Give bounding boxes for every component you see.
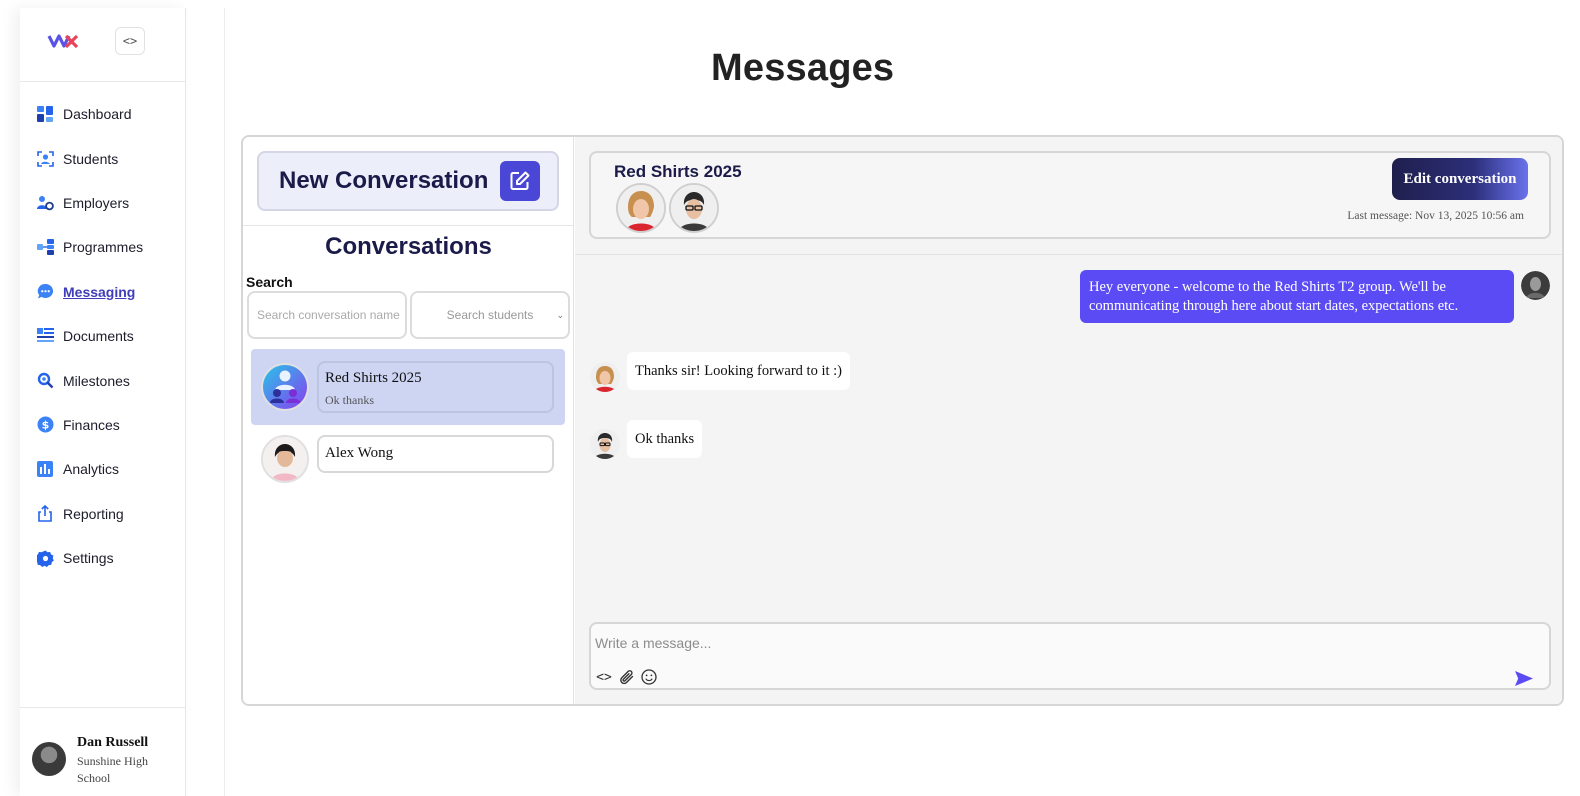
search-conversation-input[interactable]	[247, 291, 407, 339]
conversation-item-red-shirts-2025[interactable]: Red Shirts 2025 Ok thanks	[251, 349, 565, 425]
message-input[interactable]	[595, 630, 1475, 656]
sidebar-item-analytics[interactable]: Analytics	[20, 447, 185, 491]
milestones-icon	[36, 372, 54, 390]
brand-logo-icon[interactable]	[47, 32, 79, 55]
students-icon	[36, 150, 54, 168]
user-school: Sunshine High School	[77, 754, 149, 785]
divider	[575, 254, 1562, 255]
sidebar-item-documents[interactable]: Documents	[20, 314, 185, 358]
conversation-title: Red Shirts 2025	[614, 162, 742, 181]
new-conversation-button[interactable]: New Conversation	[257, 151, 559, 211]
outgoing-message: Hey everyone - welcome to the Red Shirts…	[1080, 270, 1514, 323]
avatar	[590, 362, 620, 392]
sidebar-item-students[interactable]: Students	[20, 136, 185, 180]
sidebar-item-label: Dashboard	[63, 106, 132, 123]
avatar	[590, 429, 620, 459]
emoji-icon[interactable]	[640, 668, 658, 686]
content-divider	[224, 8, 225, 796]
messaging-icon	[36, 283, 54, 301]
finances-icon: $	[36, 416, 54, 434]
edit-conversation-button[interactable]: Edit conversation	[1392, 158, 1528, 200]
search-label: Search	[246, 274, 293, 290]
sidebar-item-label: Students	[63, 150, 119, 167]
conversation-name: Alex Wong	[325, 445, 394, 461]
sidebar-item-label: Milestones	[63, 372, 130, 389]
divider	[243, 225, 573, 226]
analytics-icon	[36, 460, 54, 478]
attachment-icon[interactable]	[618, 668, 636, 686]
sidebar-item-reporting[interactable]: Reporting	[20, 492, 185, 536]
participant-avatar[interactable]	[616, 183, 666, 233]
code-icon[interactable]: <>	[595, 668, 613, 686]
compose-icon	[500, 161, 540, 201]
search-students-select[interactable]: Search students ⌄	[410, 291, 570, 339]
svg-text:$: $	[41, 419, 49, 432]
avatar	[261, 435, 309, 483]
user-profile[interactable]: Dan Russell Sunshine High School	[20, 707, 185, 796]
chevron-down-icon: ⌄	[556, 310, 564, 320]
settings-icon	[36, 549, 54, 567]
sidebar-item-label: Analytics	[63, 461, 120, 478]
sidebar-item-finances[interactable]: $ Finances	[20, 403, 185, 447]
dashboard-icon	[36, 105, 54, 123]
group-avatar-icon	[261, 363, 309, 411]
sidebar-item-dashboard[interactable]: Dashboard	[20, 92, 185, 136]
sidebar-header: <>	[20, 8, 185, 82]
participant-avatar[interactable]	[669, 183, 719, 233]
sidebar-item-label: Employers	[63, 194, 130, 211]
conversation-list-pane: New Conversation Conversations Search Se…	[243, 137, 574, 704]
sidebar-item-milestones[interactable]: Milestones	[20, 358, 185, 402]
sidebar-item-label: Reporting	[63, 505, 124, 522]
sidebar-nav: Dashboard Students Employers Programmes …	[20, 92, 185, 580]
conversations-heading: Conversations	[325, 233, 492, 260]
sidebar-item-label: Documents	[63, 328, 134, 345]
collapse-sidebar-button[interactable]: <>	[115, 27, 145, 55]
message-composer: <>	[589, 622, 1551, 690]
user-name: Dan Russell	[77, 735, 149, 750]
sidebar: <> Dashboard Students Employers Programm…	[20, 8, 186, 796]
employers-icon	[36, 194, 54, 212]
sidebar-item-label: Finances	[63, 416, 120, 433]
sidebar-item-programmes[interactable]: Programmes	[20, 225, 185, 269]
conversation-last-message: Ok thanks	[325, 393, 374, 407]
messages-card: New Conversation Conversations Search Se…	[241, 135, 1564, 706]
conversation-item-box: Red Shirts 2025 Ok thanks	[317, 361, 554, 413]
documents-icon	[36, 327, 54, 345]
sidebar-item-label: Messaging	[63, 283, 136, 300]
sidebar-item-label: Settings	[63, 550, 114, 567]
avatar	[1521, 271, 1550, 300]
page-title: Messages	[711, 47, 895, 89]
last-message-timestamp: Last message: Nov 13, 2025 10:56 am	[1347, 210, 1524, 222]
send-icon[interactable]	[1512, 668, 1536, 688]
conversation-name: Red Shirts 2025	[325, 370, 422, 386]
search-students-placeholder: Search students	[446, 308, 534, 322]
incoming-message: Thanks sir! Looking forward to it :)	[627, 352, 850, 390]
sidebar-item-employers[interactable]: Employers	[20, 181, 185, 225]
sidebar-item-label: Programmes	[63, 239, 144, 256]
new-conversation-label: New Conversation	[279, 167, 489, 194]
sidebar-item-settings[interactable]: Settings	[20, 536, 185, 580]
reporting-icon	[36, 505, 54, 523]
avatar	[32, 742, 66, 776]
conversation-pane: Red Shirts 2025 Edit conversation Last m…	[575, 137, 1562, 704]
incoming-message: Ok thanks	[627, 420, 703, 458]
programmes-icon	[36, 238, 54, 256]
conversation-item-box: Alex Wong	[317, 435, 554, 473]
conversation-item-alex-wong[interactable]: Alex Wong	[251, 425, 565, 501]
conversation-header: Red Shirts 2025 Edit conversation Last m…	[589, 151, 1551, 239]
sidebar-item-messaging[interactable]: Messaging	[20, 270, 185, 314]
